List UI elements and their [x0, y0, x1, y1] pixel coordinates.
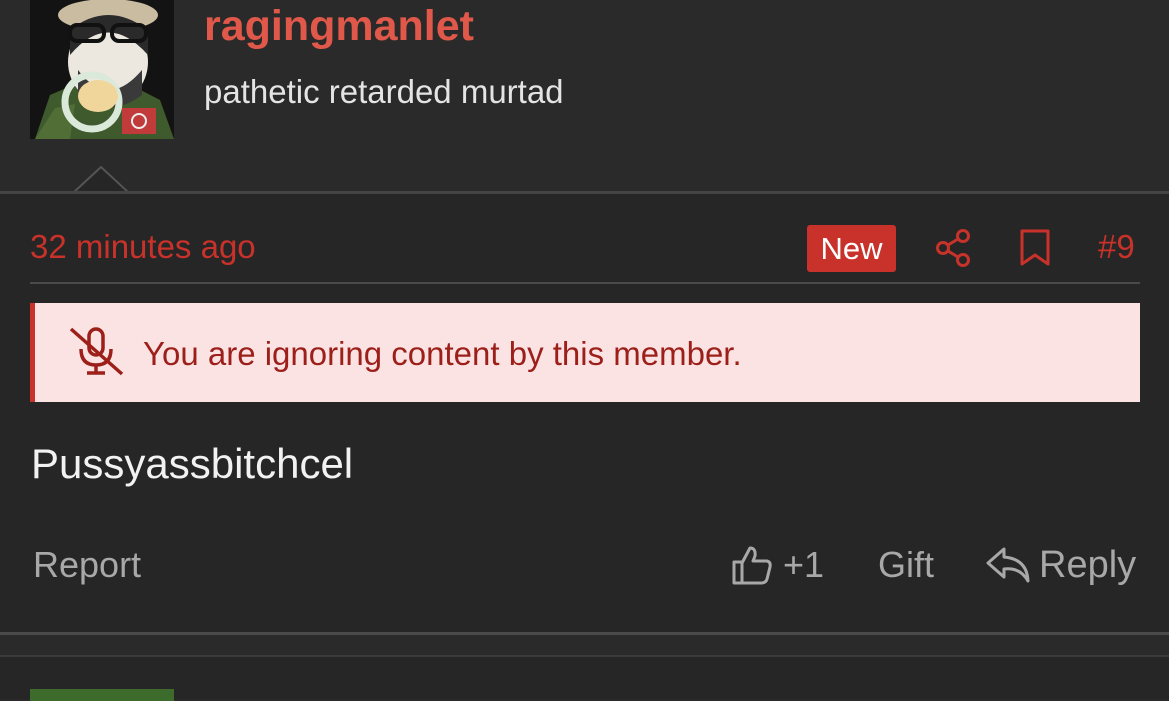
username[interactable]: ragingmanlet — [204, 2, 474, 51]
user-title: pathetic retarded murtad — [204, 73, 564, 110]
share-icon[interactable] — [935, 229, 971, 267]
next-post-avatar[interactable] — [30, 689, 174, 701]
post-number-link[interactable]: #9 — [1098, 228, 1135, 266]
post-pointer-caret — [73, 166, 129, 194]
report-link[interactable]: Report — [33, 544, 141, 586]
ignore-notice-text: You are ignoring content by this member. — [143, 335, 742, 372]
avatar[interactable] — [30, 0, 174, 139]
post-author-header: ragingmanlet pathetic retarded murtad — [0, 0, 1169, 193]
meta-divider — [30, 282, 1140, 284]
post-divider — [0, 632, 1169, 635]
reply-label: Reply — [1039, 543, 1137, 586]
ignore-notice: You are ignoring content by this member. — [30, 303, 1140, 402]
like-button[interactable]: +1 — [731, 542, 824, 588]
thumbs-up-icon — [732, 546, 772, 585]
like-count: +1 — [783, 544, 825, 585]
post-timestamp[interactable]: 32 minutes ago — [30, 228, 256, 266]
gift-link[interactable]: Gift — [878, 544, 934, 586]
new-badge: New — [807, 225, 896, 272]
next-post-preview — [0, 655, 1169, 701]
post-content: Pussyassbitchcel — [31, 440, 354, 487]
reply-button[interactable]: Reply — [985, 542, 1136, 588]
bookmark-icon[interactable] — [1018, 229, 1052, 267]
reply-arrow-icon — [986, 547, 1030, 583]
muted-microphone-icon — [69, 327, 124, 376]
